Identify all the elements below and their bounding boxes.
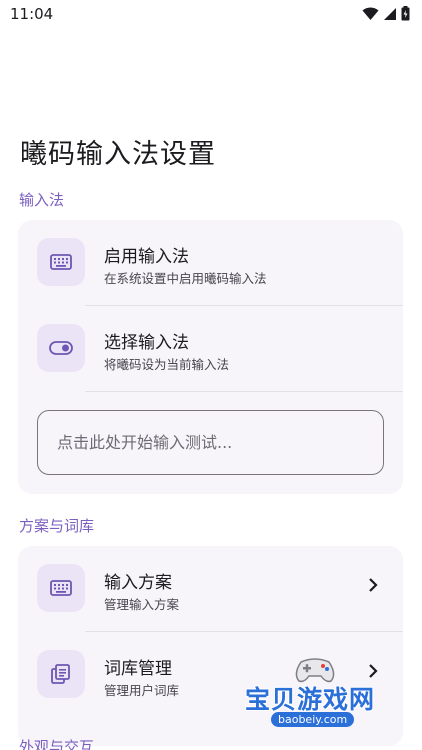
watermark-logo: 宝贝游戏网 baobeiy.com: [245, 656, 395, 732]
input-scheme-subtitle: 管理输入方案: [104, 597, 180, 612]
watermark-text: 宝贝游戏网: [245, 685, 376, 714]
section-header-schemes-dictionaries: 方案与词库: [19, 517, 95, 535]
watermark-domain: baobeiy.com: [271, 712, 355, 727]
battery-icon: [401, 6, 410, 21]
divider: [85, 391, 403, 392]
dictionary-icon-box: [37, 650, 85, 698]
toggle-icon-box: [37, 324, 85, 372]
select-input-method-item[interactable]: 选择输入法 将曦码设为当前输入法: [18, 306, 403, 392]
dictionary-management-title: 词库管理: [104, 659, 172, 679]
keyboard-icon: [50, 580, 72, 596]
wifi-icon: [362, 6, 379, 20]
signal-icon: [384, 7, 396, 20]
section-header-appearance: 外观与交互: [19, 738, 95, 750]
enable-input-method-item[interactable]: 启用输入法 在系统设置中启用曦码输入法: [18, 220, 403, 306]
select-input-method-title: 选择输入法: [104, 333, 189, 353]
input-scheme-title: 输入方案: [104, 573, 172, 593]
status-bar: 11:04: [0, 0, 422, 30]
enable-input-method-subtitle: 在系统设置中启用曦码输入法: [104, 271, 267, 286]
enable-input-method-title: 启用输入法: [104, 247, 189, 267]
test-input-field[interactable]: [37, 410, 384, 475]
toggle-icon: [49, 341, 73, 355]
select-input-method-subtitle: 将曦码设为当前输入法: [104, 357, 230, 372]
page-title: 曦码输入法设置: [20, 139, 216, 170]
keyboard-icon-box: [37, 564, 85, 612]
chevron-right-icon: [369, 578, 378, 592]
input-method-card: 启用输入法 在系统设置中启用曦码输入法 选择输入法 将曦码设为当前输入法: [18, 220, 403, 494]
input-scheme-item[interactable]: 输入方案 管理输入方案: [18, 546, 403, 632]
dictionary-icon: [51, 664, 70, 684]
section-header-input-method: 输入法: [19, 191, 65, 209]
status-icons: [362, 6, 410, 21]
status-time: 11:04: [10, 5, 54, 23]
keyboard-icon: [50, 254, 72, 270]
keyboard-icon-box: [37, 238, 85, 286]
dictionary-management-subtitle: 管理用户词库: [104, 683, 180, 698]
